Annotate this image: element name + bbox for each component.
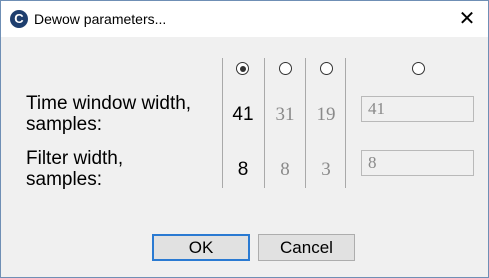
app-logo-icon: C	[10, 10, 28, 28]
cancel-button[interactable]: Cancel	[258, 234, 355, 261]
time-window-custom-field[interactable]: 41	[361, 96, 474, 122]
close-icon[interactable]: ✕	[450, 3, 484, 35]
filter-width-value-3: 3	[321, 159, 331, 180]
filter-width-custom-field[interactable]: 8	[361, 150, 474, 176]
option-radio-1[interactable]	[236, 62, 249, 75]
filter-width-label-line1: Filter width,	[26, 148, 124, 169]
title-bar[interactable]: C Dewow parameters... ✕	[1, 1, 488, 37]
dewow-parameters-dialog: C Dewow parameters... ✕ Time window widt…	[0, 0, 489, 278]
time-window-value-3: 19	[316, 104, 336, 125]
time-window-value-2: 31	[275, 104, 295, 125]
filter-width-value-1: 8	[237, 159, 249, 180]
app-logo-letter: C	[14, 11, 24, 26]
time-window-width-label-line1: Time window width,	[26, 93, 192, 114]
option-radio-2[interactable]	[279, 62, 292, 75]
window-title: Dewow parameters...	[34, 11, 167, 27]
option-radio-3[interactable]	[320, 62, 333, 75]
filter-width-value-2: 8	[280, 159, 290, 180]
option-radio-4-custom[interactable]	[412, 62, 425, 75]
ok-button[interactable]: OK	[152, 234, 250, 261]
time-window-width-label-line2: samples:	[26, 114, 103, 135]
time-window-value-1: 41	[232, 104, 254, 125]
filter-width-label-line2: samples:	[26, 169, 103, 190]
